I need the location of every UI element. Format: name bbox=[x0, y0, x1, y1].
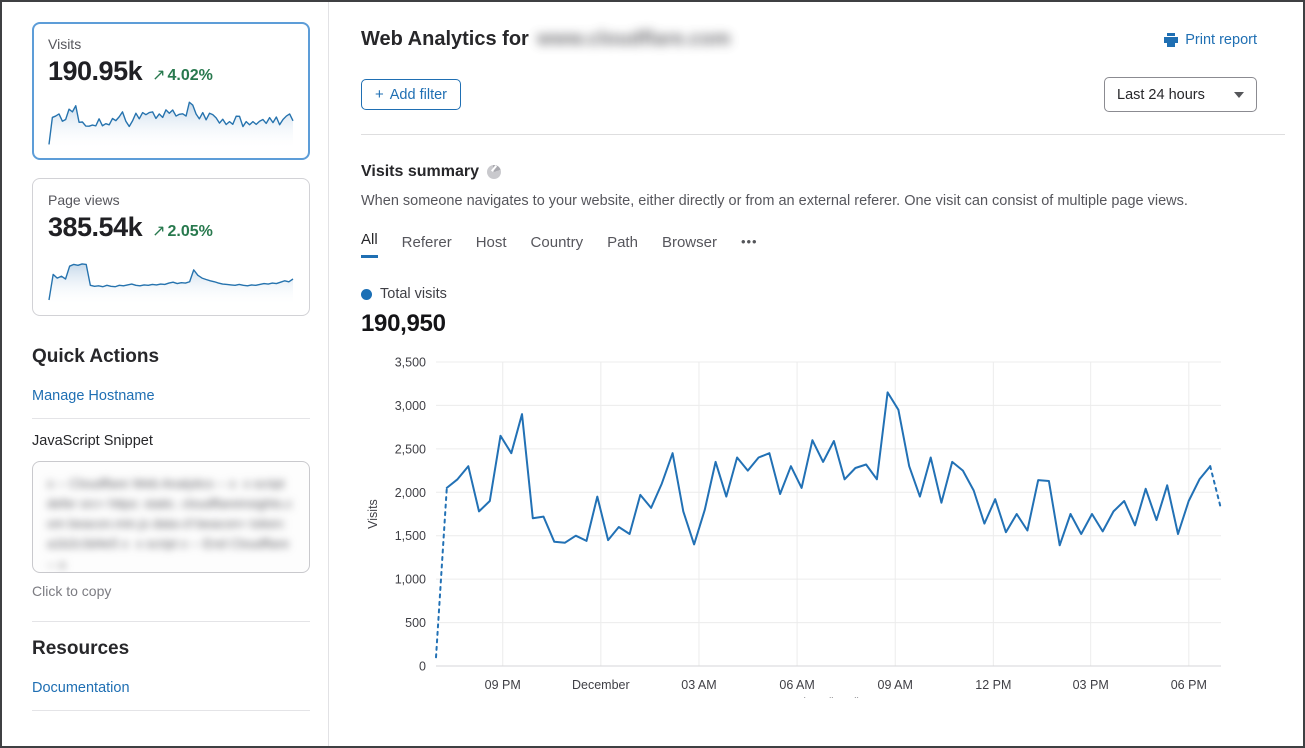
time-range-dropdown[interactable]: Last 24 hours bbox=[1104, 77, 1257, 112]
page-title-prefix: Web Analytics for bbox=[361, 28, 529, 51]
print-report-label: Print report bbox=[1185, 32, 1257, 48]
visits-summary-description: When someone navigates to your website, … bbox=[361, 193, 1257, 209]
svg-text:2,000: 2,000 bbox=[395, 486, 426, 500]
main-panel: Web Analytics for www.cloudflare.com Pri… bbox=[329, 2, 1303, 746]
add-filter-label: Add filter bbox=[390, 87, 447, 103]
svg-text:Visits: Visits bbox=[366, 499, 380, 529]
svg-text:Time (local): Time (local) bbox=[796, 696, 861, 698]
tabs-more-button[interactable]: ••• bbox=[741, 234, 758, 258]
sidebar: Visits 190.95k ↗4.02% Page views 385.54k… bbox=[2, 2, 328, 746]
printer-icon bbox=[1163, 32, 1179, 48]
tab-referer[interactable]: Referer bbox=[402, 234, 452, 258]
svg-text:12 PM: 12 PM bbox=[975, 678, 1011, 692]
svg-text:06 PM: 06 PM bbox=[1171, 678, 1207, 692]
pageviews-sparkline bbox=[48, 251, 294, 305]
visits-card-value: 190.95k bbox=[48, 56, 142, 87]
pageviews-card-trend: ↗2.05% bbox=[152, 221, 213, 241]
visits-metric-card[interactable]: Visits 190.95k ↗4.02% bbox=[32, 22, 310, 160]
page-title: Web Analytics for www.cloudflare.com bbox=[361, 28, 731, 51]
quick-actions-heading: Quick Actions bbox=[32, 346, 312, 368]
svg-text:06 AM: 06 AM bbox=[779, 678, 814, 692]
resources-heading: Resources bbox=[32, 638, 312, 660]
divider bbox=[32, 621, 310, 622]
chevron-down-icon bbox=[1234, 92, 1244, 98]
plus-icon: + bbox=[375, 86, 384, 103]
print-report-button[interactable]: Print report bbox=[1163, 32, 1257, 48]
js-snippet-copy-box[interactable]: x -- Cloudflare Web Analytics -- x x scr… bbox=[32, 461, 310, 573]
total-visits-value: 190,950 bbox=[361, 310, 1257, 338]
trend-up-arrow-icon: ↗ bbox=[152, 223, 165, 240]
time-range-value: Last 24 hours bbox=[1117, 87, 1205, 103]
chart-legend: Total visits bbox=[361, 286, 1257, 302]
svg-text:0: 0 bbox=[419, 660, 426, 674]
documentation-link[interactable]: Documentation bbox=[32, 680, 130, 696]
visits-card-label: Visits bbox=[48, 36, 294, 52]
visits-chart-svg: 0 500 1,000 1,500 2,000 2,500 3,000 3,500 09 PM D… bbox=[361, 348, 1236, 698]
summary-tabs: All Referer Host Country Path Browser ••• bbox=[361, 231, 1257, 258]
tab-all[interactable]: All bbox=[361, 231, 378, 258]
legend-label: Total visits bbox=[380, 286, 447, 302]
svg-text:09 AM: 09 AM bbox=[878, 678, 913, 692]
visits-trend-value: 4.02% bbox=[168, 67, 213, 84]
pageviews-card-value: 385.54k bbox=[48, 212, 142, 243]
tab-country[interactable]: Country bbox=[531, 234, 584, 258]
js-snippet-blurred-code: x -- Cloudflare Web Analytics -- x x scr… bbox=[47, 474, 295, 573]
add-filter-button[interactable]: + Add filter bbox=[361, 79, 461, 110]
visits-card-trend: ↗4.02% bbox=[152, 65, 213, 85]
svg-text:2,500: 2,500 bbox=[395, 442, 426, 456]
svg-text:1,000: 1,000 bbox=[395, 573, 426, 587]
visits-summary-title: Visits summary bbox=[361, 163, 479, 181]
svg-text:3,000: 3,000 bbox=[395, 399, 426, 413]
svg-text:December: December bbox=[572, 678, 630, 692]
svg-text:3,500: 3,500 bbox=[395, 356, 426, 370]
divider bbox=[32, 418, 310, 419]
pageviews-card-label: Page views bbox=[48, 192, 294, 208]
tab-browser[interactable]: Browser bbox=[662, 234, 717, 258]
header-divider bbox=[361, 134, 1285, 135]
manage-hostname-link[interactable]: Manage Hostname bbox=[32, 388, 155, 404]
tab-path[interactable]: Path bbox=[607, 234, 638, 258]
svg-text:500: 500 bbox=[405, 616, 426, 630]
analytics-page: Visits 190.95k ↗4.02% Page views 385.54k… bbox=[0, 0, 1305, 748]
svg-text:1,500: 1,500 bbox=[395, 529, 426, 543]
visits-chart[interactable]: 0 500 1,000 1,500 2,000 2,500 3,000 3,500 09 PM D… bbox=[361, 348, 1257, 698]
pageviews-metric-card[interactable]: Page views 385.54k ↗2.05% bbox=[32, 178, 310, 316]
svg-text:03 PM: 03 PM bbox=[1073, 678, 1109, 692]
pie-chart-help-icon[interactable] bbox=[487, 165, 501, 179]
svg-text:03 AM: 03 AM bbox=[681, 678, 716, 692]
svg-text:09 PM: 09 PM bbox=[485, 678, 521, 692]
divider bbox=[32, 710, 310, 711]
click-to-copy-hint: Click to copy bbox=[32, 583, 312, 599]
pageviews-trend-value: 2.05% bbox=[168, 223, 213, 240]
visits-sparkline bbox=[48, 95, 294, 149]
tab-host[interactable]: Host bbox=[476, 234, 507, 258]
site-domain-blurred: www.cloudflare.com bbox=[537, 28, 731, 51]
legend-dot-icon bbox=[361, 289, 372, 300]
trend-up-arrow-icon: ↗ bbox=[152, 67, 165, 84]
js-snippet-label: JavaScript Snippet bbox=[32, 433, 312, 449]
